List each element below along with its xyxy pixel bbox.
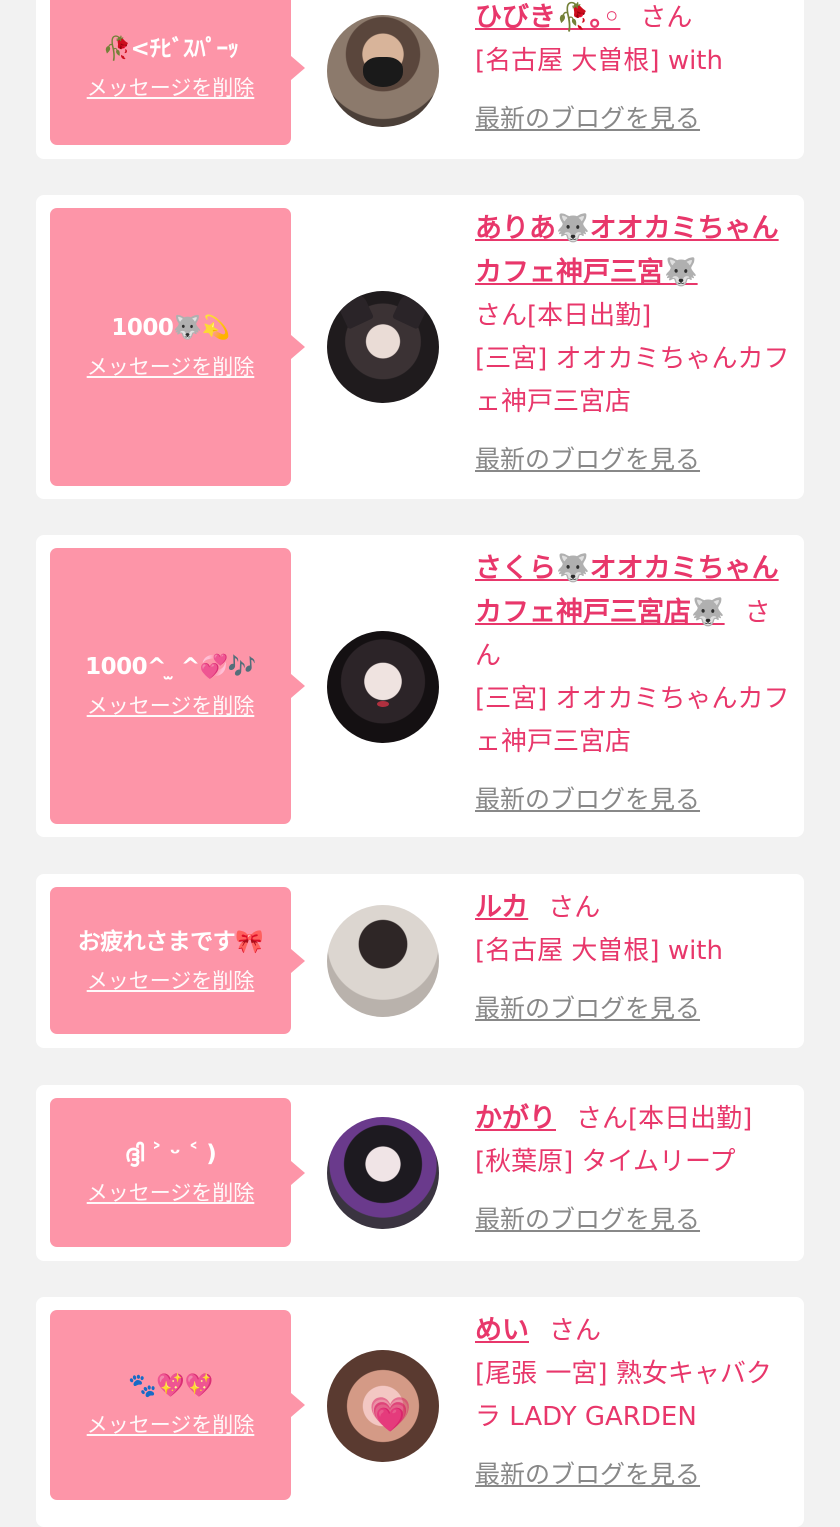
latest-blog-link[interactable]: 最新のブログを見る bbox=[475, 987, 700, 1030]
honorific: さん bbox=[576, 1104, 629, 1134]
latest-blog-link[interactable]: 最新のブログを見る bbox=[475, 1198, 700, 1241]
delete-message-link[interactable]: メッセージを削除 bbox=[87, 1179, 255, 1207]
ear-shape bbox=[391, 291, 431, 330]
delete-message-link[interactable]: メッセージを削除 bbox=[87, 967, 255, 995]
latest-blog-link[interactable]: 最新のブログを見る bbox=[475, 1453, 700, 1496]
honorific: さん bbox=[475, 301, 528, 331]
shop-info: [尾張 一宮] 熟女キャバクラ LADY GARDEN bbox=[475, 1359, 772, 1432]
honorific: さん bbox=[640, 3, 693, 33]
avatar[interactable] bbox=[327, 291, 439, 403]
cast-info: ルカ さん [名古屋 大曽根] with 最新のブログを見る bbox=[475, 886, 793, 1031]
lips-shape bbox=[377, 701, 389, 707]
message-card: ദ്ദി ˃ ᵕ ˂ ) メッセージを削除 かがり さん[本日出勤] [秋葉原] … bbox=[36, 1085, 804, 1261]
cast-info: さくら🐺オオカミちゃんカフェ神戸三宮店🐺 さん [三宮] オオカミちゃんカフェ神戸… bbox=[475, 547, 793, 822]
message-text: 1000^ ̫ ^💞🎶 bbox=[85, 654, 256, 680]
cast-name-link[interactable]: ありあ🐺オオカミちゃんカフェ神戸三宮🐺 bbox=[475, 213, 779, 288]
message-card: 🐾💖💖 メッセージを削除 💗 めい さん [尾張 一宮] 熟女キャバクラ LADY… bbox=[36, 1297, 804, 1527]
message-bubble: ദ്ദി ˃ ᵕ ˂ ) メッセージを削除 bbox=[50, 1098, 305, 1247]
delete-message-link[interactable]: メッセージを削除 bbox=[87, 1411, 255, 1439]
avatar[interactable] bbox=[327, 905, 439, 1017]
honorific: さん bbox=[548, 893, 601, 923]
message-bubble: 🥀<ﾁﾋﾞｽﾊﾟｰｯ メッセージを削除 bbox=[50, 0, 305, 145]
latest-blog-link[interactable]: 最新のブログを見る bbox=[475, 438, 700, 481]
status-text: [本日出勤] bbox=[628, 1104, 753, 1134]
cast-name-link[interactable]: ルカ bbox=[475, 892, 528, 923]
message-bubble: 1000^ ̫ ^💞🎶 メッセージを削除 bbox=[50, 548, 305, 824]
cast-name-link[interactable]: かがり bbox=[475, 1103, 556, 1134]
shop-info: [秋葉原] タイムリープ bbox=[475, 1147, 736, 1177]
message-bubble: 🐾💖💖 メッセージを削除 bbox=[50, 1310, 305, 1500]
cast-name-link[interactable]: さくら🐺オオカミちゃんカフェ神戸三宮店🐺 bbox=[475, 553, 779, 628]
message-card: 1000^ ̫ ^💞🎶 メッセージを削除 さくら🐺オオカミちゃんカフェ神戸三宮店… bbox=[36, 535, 804, 837]
message-text: 🐾💖💖 bbox=[128, 1373, 213, 1399]
message-card: お疲れさまです🎀 メッセージを削除 ルカ さん [名古屋 大曽根] with 最新… bbox=[36, 874, 804, 1048]
avatar[interactable] bbox=[327, 631, 439, 743]
avatar[interactable] bbox=[327, 15, 439, 127]
cast-info: めい さん [尾張 一宮] 熟女キャバクラ LADY GARDEN 最新のブログを… bbox=[475, 1309, 793, 1497]
delete-message-link[interactable]: メッセージを削除 bbox=[87, 74, 255, 102]
shop-info: [名古屋 大曽根] with bbox=[475, 46, 723, 76]
status-text: [本日出勤] bbox=[527, 301, 652, 331]
mask-shape bbox=[363, 57, 403, 87]
message-card: 1000🐺💫 メッセージを削除 ありあ🐺オオカミちゃんカフェ神戸三宮🐺 さん[本… bbox=[36, 195, 804, 499]
message-text: 1000🐺💫 bbox=[111, 315, 230, 341]
shop-info: [名古屋 大曽根] with bbox=[475, 936, 723, 966]
cast-name-link[interactable]: ひびき🥀｡◦ bbox=[475, 2, 620, 33]
message-text: お疲れさまです🎀 bbox=[77, 928, 264, 955]
message-text: 🥀<ﾁﾋﾞｽﾊﾟｰｯ bbox=[102, 35, 239, 62]
honorific: さん bbox=[549, 1316, 602, 1346]
latest-blog-link[interactable]: 最新のブログを見る bbox=[475, 97, 700, 140]
message-bubble: 1000🐺💫 メッセージを削除 bbox=[50, 208, 305, 486]
shop-info: [三宮] オオカミちゃんカフェ神戸三宮店 bbox=[475, 684, 790, 757]
latest-blog-link[interactable]: 最新のブログを見る bbox=[475, 778, 700, 821]
message-text: ദ്ദി ˃ ᵕ ˂ ) bbox=[124, 1140, 217, 1167]
delete-message-link[interactable]: メッセージを削除 bbox=[87, 692, 255, 720]
cast-info: ありあ🐺オオカミちゃんカフェ神戸三宮🐺 さん[本日出勤] [三宮] オオカミちゃ… bbox=[475, 207, 793, 482]
avatar[interactable] bbox=[327, 1117, 439, 1229]
cast-info: かがり さん[本日出勤] [秋葉原] タイムリープ 最新のブログを見る bbox=[475, 1097, 793, 1242]
cast-name-link[interactable]: めい bbox=[475, 1315, 529, 1346]
delete-message-link[interactable]: メッセージを削除 bbox=[87, 353, 255, 381]
shop-info: [三宮] オオカミちゃんカフェ神戸三宮店 bbox=[475, 344, 790, 417]
cast-info: ひびき🥀｡◦ さん [名古屋 大曽根] with 最新のブログを見る bbox=[475, 0, 793, 141]
heart-sticker: 💗 bbox=[369, 1395, 412, 1435]
message-card: 🥀<ﾁﾋﾞｽﾊﾟｰｯ メッセージを削除 ひびき🥀｡◦ さん [名古屋 大曽根] w… bbox=[36, 0, 804, 159]
ear-shape bbox=[335, 291, 375, 330]
avatar[interactable]: 💗 bbox=[327, 1350, 439, 1462]
message-bubble: お疲れさまです🎀 メッセージを削除 bbox=[50, 887, 305, 1034]
